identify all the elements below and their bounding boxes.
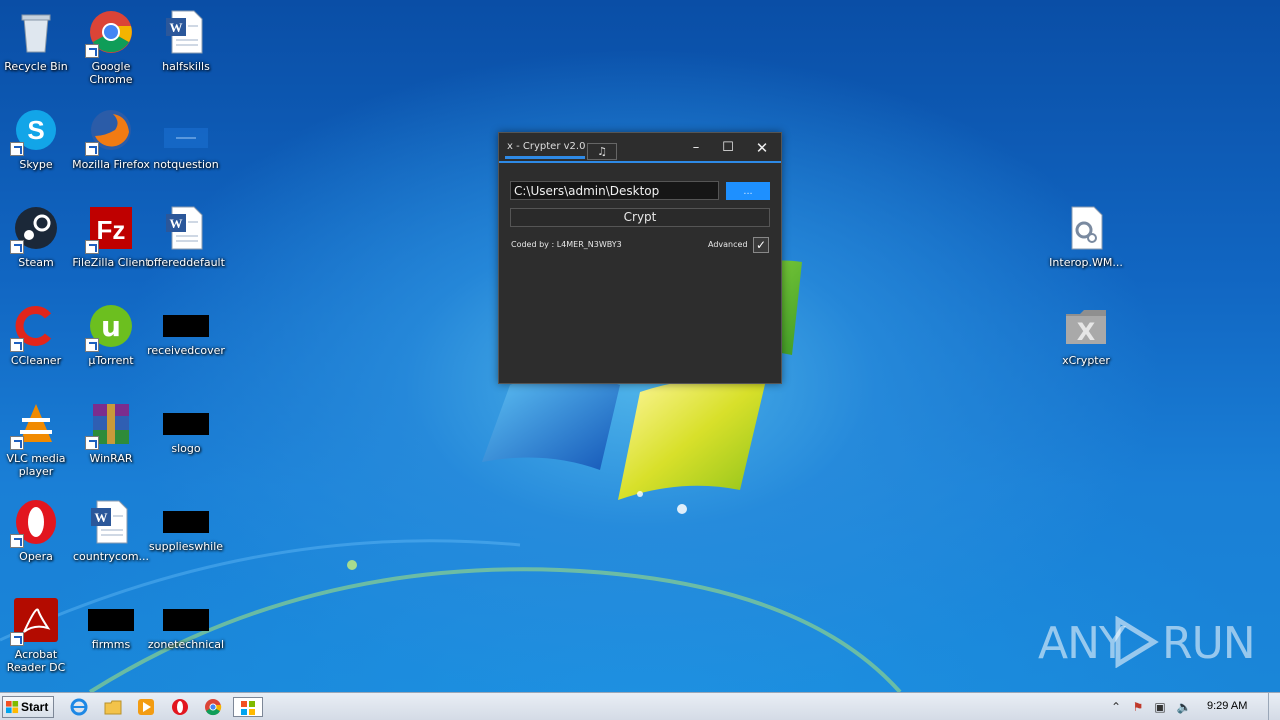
maximize-button[interactable]: ☐ [717,139,739,157]
play-logo-icon [1115,616,1159,668]
desktop-icon-opera[interactable]: Opera [0,492,75,582]
advanced-checkbox[interactable]: ✓ [753,237,769,253]
path-input[interactable] [510,181,719,200]
black-thumbnail-icon [163,413,209,435]
opera-icon [172,699,188,715]
desktop-icon-chrome[interactable]: Google Chrome [72,2,150,92]
desktop-icon-ccleaner[interactable]: CCleaner [0,296,75,386]
desktop-icon-utorrent[interactable]: u µTorrent [72,296,150,386]
start-button[interactable]: Start [2,696,54,718]
svg-text:W: W [170,20,183,35]
show-hidden-icon[interactable]: ⌃ [1108,699,1124,715]
desktop-icon-offereddefault[interactable]: W offereddefault [147,198,225,288]
author-credit: Coded by : L4MER_N3WBY3 [511,240,622,249]
svg-text:X: X [1077,318,1096,346]
desktop-icon-firmms[interactable]: firmms [72,590,150,680]
svg-text:S: S [27,115,44,145]
start-label: Start [21,700,49,714]
music-tab[interactable]: ♫ [587,143,617,160]
desktop-icon-filezilla[interactable]: Fz FileZilla Client [72,198,150,288]
desktop-icon-xcrypter[interactable]: X xCrypter [1047,296,1125,386]
desktop-icon-recycle-bin[interactable]: Recycle Bin [0,2,75,92]
desktop-icon-skype[interactable]: S Skype [0,100,75,190]
browse-button[interactable]: ... [726,182,770,200]
desktop-icon-zonetechnical[interactable]: zonetechnical [147,590,225,680]
taskbar-media-player[interactable] [135,697,157,717]
word-doc-icon: W [91,500,128,544]
advanced-label: Advanced [708,240,748,249]
xcrypter-icon: X [1066,310,1106,346]
action-center-icon[interactable]: ⚑ [1130,699,1146,715]
desktop: Recycle Bin S Skype Steam CCleaner VLC m… [0,0,1280,692]
desktop-icon-winrar[interactable]: WinRAR [72,394,150,484]
svg-text:W: W [95,510,108,525]
windows-flag-icon [6,701,19,714]
anyrun-watermark: ANY RUN [1038,616,1256,669]
show-desktop-button[interactable] [1268,693,1280,720]
recycle-bin-icon [21,14,51,53]
svg-text:W: W [170,216,183,231]
desktop-icon-steam[interactable]: Steam [0,198,75,288]
blank-file-icon [164,128,208,148]
clock[interactable]: 9:29 AM [1207,700,1247,712]
window-title[interactable]: x - Crypter v2.0 [505,139,587,157]
desktop-icon-interop[interactable]: Interop.WM... [1047,198,1125,288]
svg-text:Fz: Fz [97,215,126,245]
minimize-button[interactable]: – [685,139,707,157]
taskbar: Start ⌃ ⚑ ▣ 🔈 9:29 AM [0,692,1280,720]
media-player-icon [138,699,154,715]
desktop-icon-vlc[interactable]: VLC media player [0,394,75,484]
titlebar[interactable]: x - Crypter v2.0 ♫ – ☐ ✕ [499,133,781,163]
explorer-icon [104,700,122,715]
xcrypter-task-icon [241,701,255,715]
taskbar-chrome[interactable] [202,697,224,717]
crypt-button[interactable]: Crypt [510,208,770,227]
close-button[interactable]: ✕ [751,139,773,157]
taskbar-xcrypter[interactable] [233,697,263,717]
black-thumbnail-icon [163,511,209,533]
desktop-icon-countrycom[interactable]: W countrycom... [72,492,150,582]
system-tray: ⌃ ⚑ ▣ 🔈 [1104,693,1280,720]
crypter-window: x - Crypter v2.0 ♫ – ☐ ✕ ... Crypt Coded… [498,132,782,384]
black-thumbnail-icon [88,609,134,631]
desktop-icon-supplieswhile[interactable]: supplieswhile [147,492,225,582]
desktop-icon-notquestion[interactable]: notquestion [147,100,225,190]
desktop-icon-receivedcover[interactable]: receivedcover [147,296,225,386]
desktop-icon-acrobat[interactable]: Acrobat Reader DC [0,590,75,680]
black-thumbnail-icon [163,609,209,631]
word-doc-icon: W [166,10,203,54]
taskbar-opera[interactable] [169,697,191,717]
svg-text:u: u [101,310,121,343]
chrome-icon [205,699,222,716]
desktop-icon-halfskills[interactable]: W halfskills [147,2,225,92]
taskbar-explorer[interactable] [102,697,124,717]
word-doc-icon: W [166,206,203,250]
desktop-icon-firefox[interactable]: Mozilla Firefox [72,100,150,190]
desktop-icon-slogo[interactable]: slogo [147,394,225,484]
volume-icon[interactable]: 🔈 [1176,699,1192,715]
accent-line [499,161,781,163]
active-tab-indicator [505,156,585,159]
black-thumbnail-icon [163,315,209,337]
dll-file-icon [1071,206,1103,250]
ie-icon [70,698,88,716]
taskbar-ie[interactable] [68,697,90,717]
network-icon[interactable]: ▣ [1152,699,1168,715]
